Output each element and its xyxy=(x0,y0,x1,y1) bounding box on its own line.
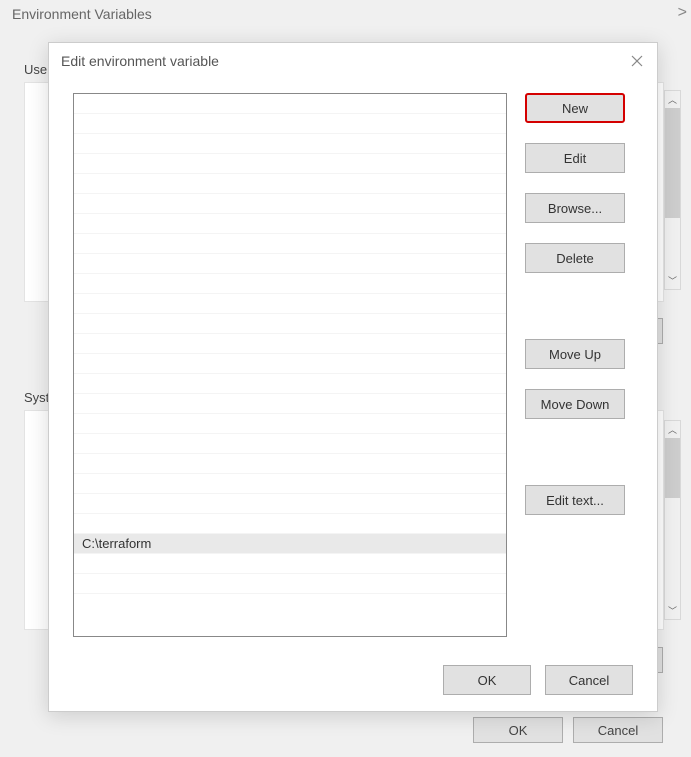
edit-text-button[interactable]: Edit text... xyxy=(525,485,625,515)
list-item[interactable] xyxy=(74,454,506,474)
env-vars-cancel-button[interactable]: Cancel xyxy=(573,717,663,743)
new-button[interactable]: New xyxy=(525,93,625,123)
list-item[interactable] xyxy=(74,394,506,414)
scroll-thumb[interactable] xyxy=(665,108,680,218)
ok-button[interactable]: OK xyxy=(443,665,531,695)
list-item[interactable] xyxy=(74,174,506,194)
list-item[interactable] xyxy=(74,294,506,314)
move-down-button[interactable]: Move Down xyxy=(525,389,625,419)
list-item[interactable] xyxy=(74,314,506,334)
scroll-up-icon[interactable]: ︿ xyxy=(665,91,680,108)
list-item[interactable] xyxy=(74,194,506,214)
edit-button[interactable]: Edit xyxy=(525,143,625,173)
user-vars-scrollbar[interactable]: ︿ ﹀ xyxy=(664,90,681,290)
list-item[interactable] xyxy=(74,234,506,254)
env-vars-footer: OK Cancel xyxy=(473,717,663,743)
dialog-body: C:\terraform New Edit Browse... Delete M… xyxy=(49,79,657,655)
spacer xyxy=(525,293,633,339)
env-vars-close-icon[interactable]: > xyxy=(678,4,687,22)
list-item[interactable] xyxy=(74,494,506,514)
scroll-down-icon[interactable]: ﹀ xyxy=(665,602,680,619)
browse-button[interactable]: Browse... xyxy=(525,193,625,223)
list-item[interactable] xyxy=(74,274,506,294)
scroll-up-icon[interactable]: ︿ xyxy=(665,421,680,438)
list-item[interactable] xyxy=(74,154,506,174)
list-item[interactable] xyxy=(74,214,506,234)
dialog-titlebar: Edit environment variable xyxy=(49,43,657,79)
env-vars-ok-button[interactable]: OK xyxy=(473,717,563,743)
list-item[interactable] xyxy=(74,334,506,354)
close-icon xyxy=(631,55,643,67)
list-item[interactable] xyxy=(74,354,506,374)
edit-env-var-dialog: Edit environment variable xyxy=(48,42,658,712)
list-item[interactable] xyxy=(74,554,506,574)
env-vars-title: Environment Variables xyxy=(12,6,152,22)
path-listbox[interactable]: C:\terraform xyxy=(73,93,507,637)
scroll-thumb[interactable] xyxy=(665,438,680,498)
list-item[interactable] xyxy=(74,434,506,454)
scroll-down-icon[interactable]: ﹀ xyxy=(665,272,680,289)
list-item[interactable] xyxy=(74,134,506,154)
dialog-footer: OK Cancel xyxy=(443,665,633,695)
spacer xyxy=(525,439,633,485)
dialog-title: Edit environment variable xyxy=(61,53,219,69)
delete-button[interactable]: Delete xyxy=(525,243,625,273)
list-item[interactable] xyxy=(74,374,506,394)
cancel-button[interactable]: Cancel xyxy=(545,665,633,695)
button-column: New Edit Browse... Delete Move Up Move D… xyxy=(525,93,633,637)
path-list-rows: C:\terraform xyxy=(74,94,506,636)
list-item[interactable] xyxy=(74,574,506,594)
list-item[interactable] xyxy=(74,254,506,274)
list-item[interactable] xyxy=(74,94,506,114)
list-item[interactable] xyxy=(74,474,506,494)
list-item[interactable] xyxy=(74,114,506,134)
list-item-selected[interactable]: C:\terraform xyxy=(74,534,506,554)
list-item[interactable] xyxy=(74,414,506,434)
system-vars-scrollbar[interactable]: ︿ ﹀ xyxy=(664,420,681,620)
close-button[interactable] xyxy=(627,51,647,71)
list-item[interactable] xyxy=(74,514,506,534)
move-up-button[interactable]: Move Up xyxy=(525,339,625,369)
